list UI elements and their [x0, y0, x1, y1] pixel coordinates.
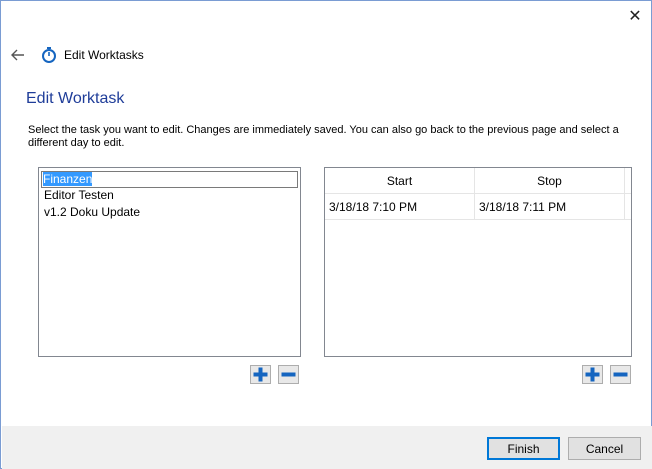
start-cell[interactable]: 3/18/18 7:10 PM [325, 194, 475, 219]
add-task-button[interactable] [250, 365, 271, 384]
nav-title: Edit Worktasks [64, 48, 144, 62]
close-icon: ✕ [628, 8, 642, 25]
task-name-edit-field[interactable]: Finanzen [41, 171, 298, 188]
stopwatch-icon [40, 46, 58, 64]
add-time-entry-button[interactable] [582, 365, 603, 384]
grid-header: Start Stop [325, 168, 631, 194]
remove-time-entry-button[interactable] [610, 365, 631, 384]
list-item[interactable]: v1.2 Doku Update [41, 205, 300, 222]
list-item[interactable]: Editor Testen [41, 188, 300, 205]
column-header-stop[interactable]: Stop [475, 168, 625, 193]
instructions-text: Select the task you want to edit. Change… [28, 124, 619, 149]
cancel-button[interactable]: Cancel [568, 437, 641, 460]
column-header-start[interactable]: Start [325, 168, 475, 193]
nav-header: Edit Worktasks [9, 43, 309, 67]
close-button[interactable]: ✕ [621, 5, 649, 27]
remove-task-button[interactable] [278, 365, 299, 384]
table-row[interactable]: 3/18/18 7:10 PM 3/18/18 7:11 PM [325, 194, 631, 220]
finish-button[interactable]: Finish [487, 437, 560, 460]
stop-cell[interactable]: 3/18/18 7:11 PM [475, 194, 625, 219]
dialog-footer: Finish Cancel [2, 426, 652, 469]
page-title: Edit Worktask [26, 90, 125, 107]
minus-icon [613, 372, 628, 377]
plus-icon [253, 367, 268, 382]
minus-icon [281, 372, 296, 377]
time-entries-grid[interactable]: Start Stop 3/18/18 7:10 PM 3/18/18 7:11 … [324, 167, 632, 357]
task-list[interactable]: Finanzen Editor Testen v1.2 Doku Update [38, 167, 301, 357]
plus-icon [585, 367, 600, 382]
dialog-window: ✕ Edit Worktasks Edit Worktask Select th… [0, 0, 652, 469]
back-arrow-icon[interactable] [9, 46, 27, 64]
